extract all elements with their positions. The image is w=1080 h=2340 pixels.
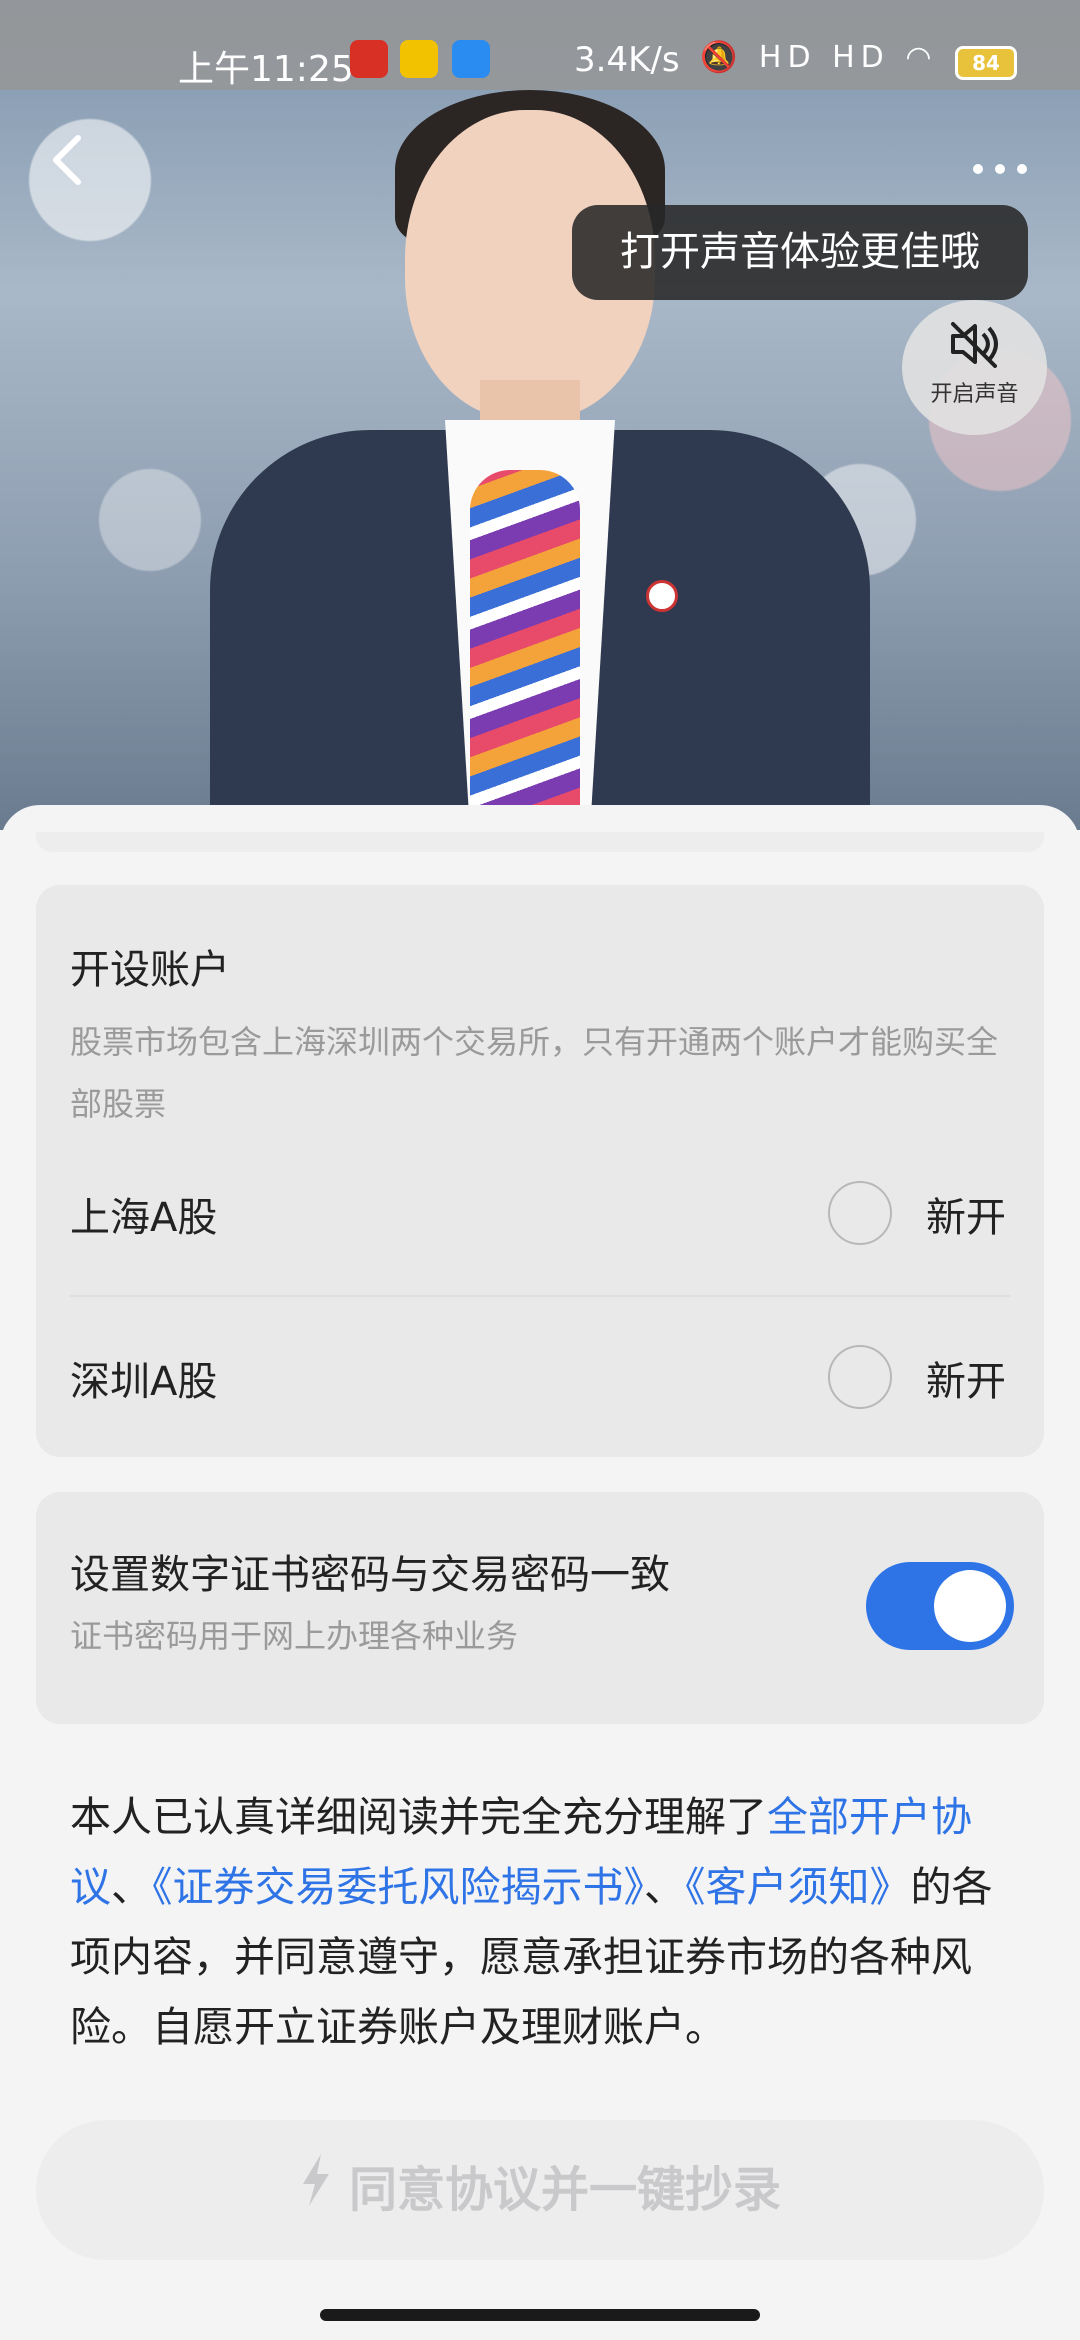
notification-app-icon	[350, 40, 388, 78]
notification-app-icon	[400, 40, 438, 78]
home-indicator[interactable]	[320, 2309, 760, 2321]
status-bar: 上午11:25 3.4K/s 🔕 HD HD ◠ 84	[0, 0, 1080, 90]
status-time: 上午11:25	[178, 49, 354, 90]
network-speed: 3.4K/s	[574, 40, 680, 80]
password-sync-card: 设置数字证书密码与交易密码一致 证书密码用于网上办理各种业务	[36, 1492, 1044, 1724]
agreement-prefix: 本人已认真详细阅读并完全充分理解了	[70, 1793, 767, 1841]
lightning-icon	[302, 2154, 329, 2206]
agree-and-copy-button[interactable]: 同意协议并一键抄录	[36, 2120, 1044, 2260]
mute-bell-icon: 🔕	[700, 40, 744, 75]
chevron-left-icon	[53, 135, 81, 185]
card-description: 股票市场包含上海深圳两个交易所，只有开通两个账户才能购买全部股票	[70, 1023, 999, 1123]
row-divider	[70, 1295, 1010, 1297]
collapsed-card-edge	[36, 832, 1044, 852]
agreement-separator: 、	[644, 1863, 685, 1911]
agreement-text: 本人已认真详细阅读并完全充分理解了全部开户协议、《证券交易委托风险揭示书》、《客…	[70, 1782, 1010, 2062]
risk-disclosure-link[interactable]: 《证券交易委托风险揭示书》	[152, 1863, 644, 1911]
customer-notice-link[interactable]: 《客户须知》	[685, 1863, 911, 1911]
presenter-scarf	[470, 470, 580, 830]
row-status: 新开	[926, 1359, 1006, 1405]
wifi-icon: ◠	[905, 40, 938, 75]
back-button[interactable]	[44, 130, 94, 190]
shenzhen-radio[interactable]	[828, 1345, 892, 1409]
more-dots-icon	[973, 164, 1027, 174]
notification-cloud-icon	[452, 40, 490, 78]
speaker-muted-icon	[950, 322, 998, 368]
toggle-knob	[934, 1570, 1006, 1642]
battery-icon: 84	[955, 46, 1017, 80]
lapel-pin-icon	[646, 580, 678, 612]
password-sync-toggle[interactable]	[866, 1562, 1014, 1650]
presenter-video	[0, 0, 1080, 830]
signal-icons: 🔕 HD HD ◠	[700, 40, 938, 75]
shanghai-radio[interactable]	[828, 1181, 892, 1245]
signal-hd-label: HD HD	[758, 40, 890, 75]
sound-tooltip: 打开声音体验更佳哦	[572, 205, 1028, 300]
row-status: 新开	[926, 1195, 1006, 1241]
agree-and-copy-label: 同意协议并一键抄录	[348, 2162, 781, 2218]
row-label: 上海A股	[70, 1195, 218, 1241]
open-account-card: 开设账户 股票市场包含上海深圳两个交易所，只有开通两个账户才能购买全部股票 上海…	[36, 885, 1044, 1457]
row-label: 深圳A股	[70, 1359, 218, 1405]
enable-sound-button[interactable]: 开启声音	[902, 300, 1047, 435]
card-title: 开设账户	[70, 947, 230, 993]
more-button[interactable]	[970, 135, 1030, 191]
enable-sound-label: 开启声音	[930, 382, 1019, 407]
agreement-separator: 、	[111, 1863, 152, 1911]
card-title: 设置数字证书密码与交易密码一致	[70, 1552, 670, 1598]
